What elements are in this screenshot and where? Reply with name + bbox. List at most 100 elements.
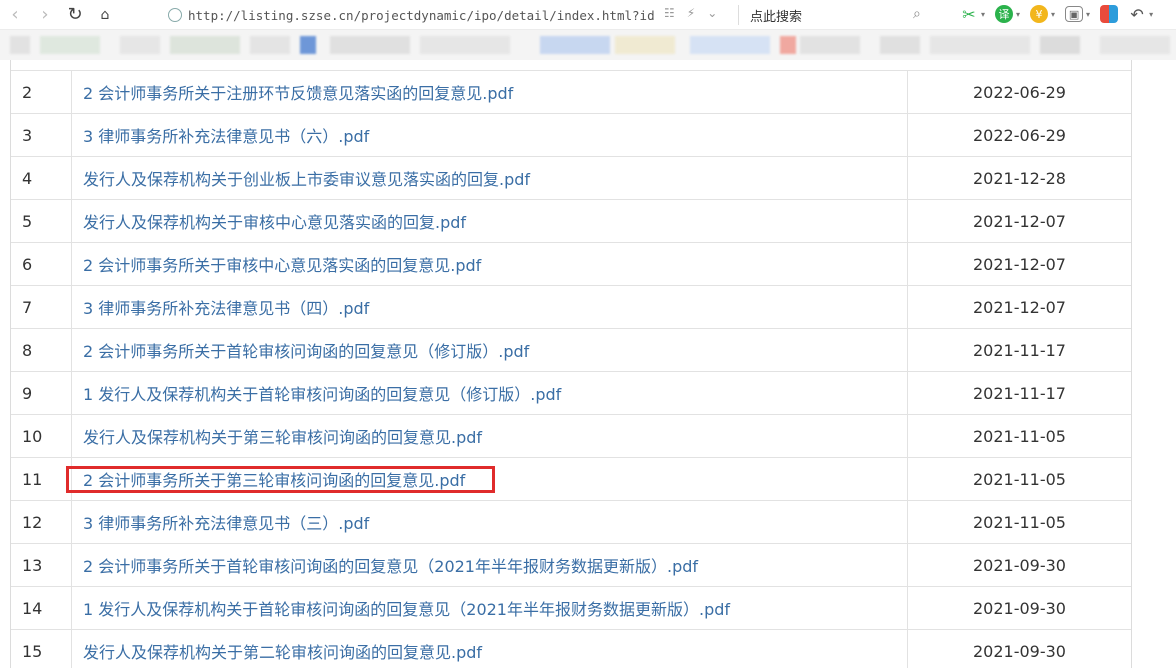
table-row: 15 发行人及保荐机构关于第二轮审核问询函的回复意见.pdf 2021-09-30 — [11, 630, 1131, 668]
row-cell-title: 2 会计师事务所关于注册环节反馈意见落实函的回复意见.pdf — [72, 71, 908, 113]
table-row: 3 3 律师事务所补充法律意见书（六）.pdf 2022-06-29 — [11, 114, 1131, 157]
chevron-down-icon[interactable]: ▾ — [1149, 10, 1153, 19]
row-date: 2021-09-30 — [973, 555, 1066, 575]
forward-icon[interactable]: › — [30, 0, 60, 30]
blurred-bookmark — [800, 36, 860, 54]
lightning-icon[interactable]: ⚡ — [687, 6, 695, 20]
row-number: 4 — [11, 157, 72, 199]
table-row: 10 发行人及保荐机构关于第三轮审核问询函的回复意见.pdf 2021-11-05 — [11, 415, 1131, 458]
blurred-bookmark — [330, 36, 410, 54]
bookmarks-bar — [0, 30, 1176, 60]
blurred-bookmark — [930, 36, 1030, 54]
row-cell-title: 3 律师事务所补充法律意见书（三）.pdf — [72, 501, 908, 543]
blurred-bookmark — [540, 36, 610, 54]
table-row: 12 3 律师事务所补充法律意见书（三）.pdf 2021-11-05 — [11, 501, 1131, 544]
row-number: 9 — [11, 372, 72, 414]
back-icon[interactable]: ‹ — [0, 0, 30, 30]
row-number: 14 — [11, 587, 72, 629]
table-row: 9 1 发行人及保荐机构关于首轮审核问询函的回复意见（修订版）.pdf 2021-1… — [11, 372, 1131, 415]
table-row: 7 3 律师事务所补充法律意见书（四）.pdf 2021-12-07 — [11, 286, 1131, 329]
row-cell-title: 3 律师事务所补充法律意见书（六）.pdf — [72, 114, 908, 156]
row-cell-title: 3 律师事务所补充法律意见书（四）.pdf — [72, 286, 908, 328]
apps-icon[interactable] — [1100, 5, 1119, 23]
translate-icon[interactable]: 译 — [995, 5, 1014, 23]
row-number: 6 — [11, 243, 72, 285]
browser-toolbar: ‹ › ↻ ⌂ http://listing.szse.cn/projectdy… — [0, 0, 1176, 30]
table-row: 8 2 会计师事务所关于首轮审核问询函的回复意见（修订版）.pdf 2021-11-… — [11, 329, 1131, 372]
row-date: 2021-11-05 — [973, 469, 1066, 489]
document-link[interactable]: 3 律师事务所补充法律意见书（六）.pdf — [83, 123, 369, 147]
row-number: 12 — [11, 501, 72, 543]
row-cell-title: 2 会计师事务所关于首轮审核问询函的回复意见（修订版）.pdf — [72, 329, 908, 371]
row-number: 8 — [11, 329, 72, 371]
row-number: 5 — [11, 200, 72, 242]
chevron-down-icon[interactable]: ▾ — [981, 10, 985, 19]
chevron-down-icon[interactable]: ▾ — [1051, 10, 1055, 19]
blurred-bookmark — [40, 36, 100, 54]
toolbar-divider — [738, 5, 739, 25]
blurred-bookmark — [1100, 36, 1170, 54]
chevron-down-icon[interactable]: ▾ — [1086, 10, 1090, 19]
document-link[interactable]: 1 发行人及保荐机构关于首轮审核问询函的回复意见（修订版）.pdf — [83, 381, 561, 405]
document-link[interactable]: 2 会计师事务所关于审核中心意见落实函的回复意见.pdf — [83, 252, 481, 276]
document-link[interactable]: 发行人及保荐机构关于创业板上市委审议意见落实函的回复.pdf — [83, 166, 530, 190]
address-actions: ☷ ⚡ ⌄ — [664, 6, 717, 20]
document-link[interactable]: 3 律师事务所补充法律意见书（三）.pdf — [83, 510, 369, 534]
row-cell-title: 发行人及保荐机构关于第三轮审核问询函的回复意见.pdf — [72, 415, 908, 457]
search-input[interactable]: 点此搜索 — [750, 6, 802, 25]
coin-icon[interactable]: ¥ — [1030, 5, 1049, 23]
row-date: 2021-11-05 — [973, 512, 1066, 532]
row-cell-title: 发行人及保荐机构关于创业板上市委审议意见落实函的回复.pdf — [72, 157, 908, 199]
table-row: 13 2 会计师事务所关于首轮审核问询函的回复意见（2021年半年报财务数据更新版… — [11, 544, 1131, 587]
row-cell-title: 1 发行人及保荐机构关于首轮审核问询函的回复意见（2021年半年报财务数据更新版… — [72, 587, 908, 629]
scissors-icon[interactable]: ✂ — [960, 5, 978, 24]
image-icon[interactable]: ▣ — [1065, 6, 1084, 22]
table-row: 4 发行人及保荐机构关于创业板上市委审议意见落实函的回复.pdf 2021-12-2… — [11, 157, 1131, 200]
refresh-icon[interactable]: ↻ — [60, 0, 90, 30]
row-date: 2021-12-07 — [973, 297, 1066, 317]
blurred-bookmark — [10, 36, 30, 54]
row-date: 2022-06-29 — [973, 125, 1066, 145]
url-text: http://listing.szse.cn/projectdynamic/ip… — [188, 7, 655, 23]
document-link[interactable]: 1 发行人及保荐机构关于首轮审核问询函的回复意见（2021年半年报财务数据更新版… — [83, 596, 730, 620]
document-link[interactable]: 发行人及保荐机构关于第二轮审核问询函的回复意见.pdf — [83, 639, 482, 663]
blurred-bookmark — [780, 36, 796, 54]
row-number: 2 — [11, 71, 72, 113]
extension-icons: ✂ ▾ 译 ▾ ¥ ▾ ▣ ▾ ↶ ▾ — [960, 5, 1153, 24]
blurred-bookmark — [690, 36, 770, 54]
table-row-divider — [11, 70, 1131, 71]
row-number: 15 — [11, 630, 72, 668]
search-icon[interactable]: ⌕ — [913, 6, 921, 22]
document-link[interactable]: 发行人及保荐机构关于审核中心意见落实函的回复.pdf — [83, 209, 466, 233]
row-date: 2021-12-28 — [973, 168, 1066, 188]
blurred-bookmark — [120, 36, 160, 54]
row-date: 2021-12-07 — [973, 254, 1066, 274]
table-row: 14 1 发行人及保荐机构关于首轮审核问询函的回复意见（2021年半年报财务数据更… — [11, 587, 1131, 630]
chevron-down-icon[interactable]: ▾ — [1016, 10, 1020, 19]
undo-icon[interactable]: ↶ — [1128, 5, 1146, 24]
home-icon[interactable]: ⌂ — [90, 0, 120, 30]
blurred-bookmark — [300, 36, 316, 54]
row-number: 10 — [11, 415, 72, 457]
highlight-annotation — [66, 466, 495, 493]
document-link[interactable]: 发行人及保荐机构关于第三轮审核问询函的回复意见.pdf — [83, 424, 482, 448]
row-date: 2021-11-17 — [973, 340, 1066, 360]
row-date: 2021-12-07 — [973, 211, 1066, 231]
row-date: 2021-11-05 — [973, 426, 1066, 446]
chevron-down-icon[interactable]: ⌄ — [707, 6, 717, 20]
row-cell-title: 2 会计师事务所关于审核中心意见落实函的回复意见.pdf — [72, 243, 908, 285]
document-link[interactable]: 2 会计师事务所关于首轮审核问询函的回复意见（修订版）.pdf — [83, 338, 529, 362]
row-date: 2021-09-30 — [973, 598, 1066, 618]
site-info-icon[interactable] — [168, 8, 182, 22]
row-date: 2021-11-17 — [973, 383, 1066, 403]
blurred-bookmark — [250, 36, 290, 54]
grid-icon[interactable]: ☷ — [664, 6, 675, 20]
document-link[interactable]: 2 会计师事务所关于注册环节反馈意见落实函的回复意见.pdf — [83, 80, 513, 104]
row-number: 3 — [11, 114, 72, 156]
address-bar[interactable]: http://listing.szse.cn/projectdynamic/ip… — [168, 4, 728, 26]
row-date: 2022-06-29 — [973, 82, 1066, 102]
document-link[interactable]: 2 会计师事务所关于首轮审核问询函的回复意见（2021年半年报财务数据更新版）.… — [83, 553, 698, 577]
row-cell-title: 2 会计师事务所关于首轮审核问询函的回复意见（2021年半年报财务数据更新版）.… — [72, 544, 908, 586]
table-row: 2 2 会计师事务所关于注册环节反馈意见落实函的回复意见.pdf 2022-06-2… — [11, 71, 1131, 114]
document-link[interactable]: 3 律师事务所补充法律意见书（四）.pdf — [83, 295, 369, 319]
